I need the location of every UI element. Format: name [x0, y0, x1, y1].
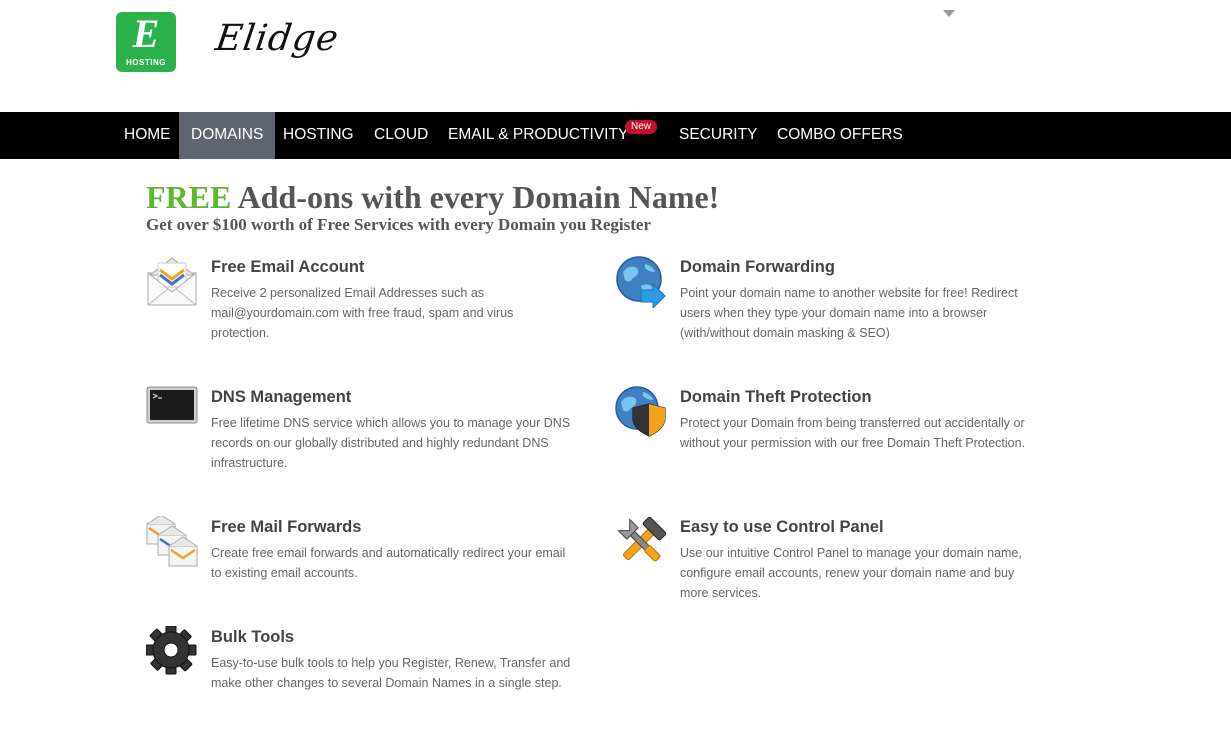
nav-item-home[interactable]: HOME	[116, 112, 179, 159]
envelope-icon	[147, 257, 197, 306]
feature-title: Free Mail Forwards	[211, 518, 362, 536]
feature-title: DNS Management	[211, 388, 352, 406]
page-subtitle: Get over $100 worth of Free Services wit…	[146, 215, 651, 234]
logo-subtext: HOSTING	[126, 58, 166, 67]
tools-icon	[617, 516, 667, 562]
nav-item-cloud[interactable]: CLOUD	[366, 112, 436, 159]
brand-name[interactable]: Elidge	[213, 18, 341, 59]
page-title: FREE Add-ons with every Domain Name!	[146, 180, 719, 214]
globe-shield-icon	[615, 386, 666, 437]
globe-arrow-icon	[616, 256, 666, 308]
logo[interactable]: E HOSTING	[116, 12, 176, 72]
terminal-icon	[146, 386, 198, 424]
feature-description: Free lifetime DNS service which allows y…	[211, 416, 571, 470]
feature-description: Receive 2 personalized Email Addresses s…	[211, 286, 514, 340]
nav-item-email-productivity[interactable]: EMAIL & PRODUCTIVITY	[440, 112, 636, 159]
feature-title: Bulk Tools	[211, 628, 295, 646]
feature-title: Domain Theft Protection	[680, 388, 872, 406]
feature-description: Easy-to-use bulk tools to help you Regis…	[211, 656, 571, 690]
nav-item-security[interactable]: SECURITY	[671, 112, 765, 159]
chevron-down-icon[interactable]	[943, 10, 955, 17]
nav-item-hosting[interactable]: HOSTING	[275, 112, 362, 159]
feature-description: Protect your Domain from being transferr…	[680, 416, 1026, 450]
feature-title: Free Email Account	[211, 258, 365, 276]
feature-description: Point your domain name to another websit…	[680, 286, 1018, 340]
logo-letter: E	[132, 12, 160, 56]
feature-title: Domain Forwarding	[680, 258, 835, 276]
title-rest: Add-ons with every Domain Name!	[231, 179, 720, 215]
feature-title: Easy to use Control Panel	[680, 518, 884, 536]
title-highlight: FREE	[146, 179, 232, 215]
feature-description: Use our intuitive Control Panel to manag…	[680, 546, 1022, 600]
new-badge: New	[625, 120, 657, 134]
stacked-envelopes-icon	[146, 516, 198, 567]
nav-item-combo-offers[interactable]: COMBO OFFERS	[769, 112, 911, 159]
nav-item-domains[interactable]: DOMAINS	[179, 112, 275, 159]
gear-icon	[146, 626, 197, 675]
main-nav: HOME DOMAINS HOSTING CLOUD EMAIL & PRODU…	[0, 112, 1231, 159]
feature-description: Create free email forwards and automatic…	[211, 546, 566, 580]
